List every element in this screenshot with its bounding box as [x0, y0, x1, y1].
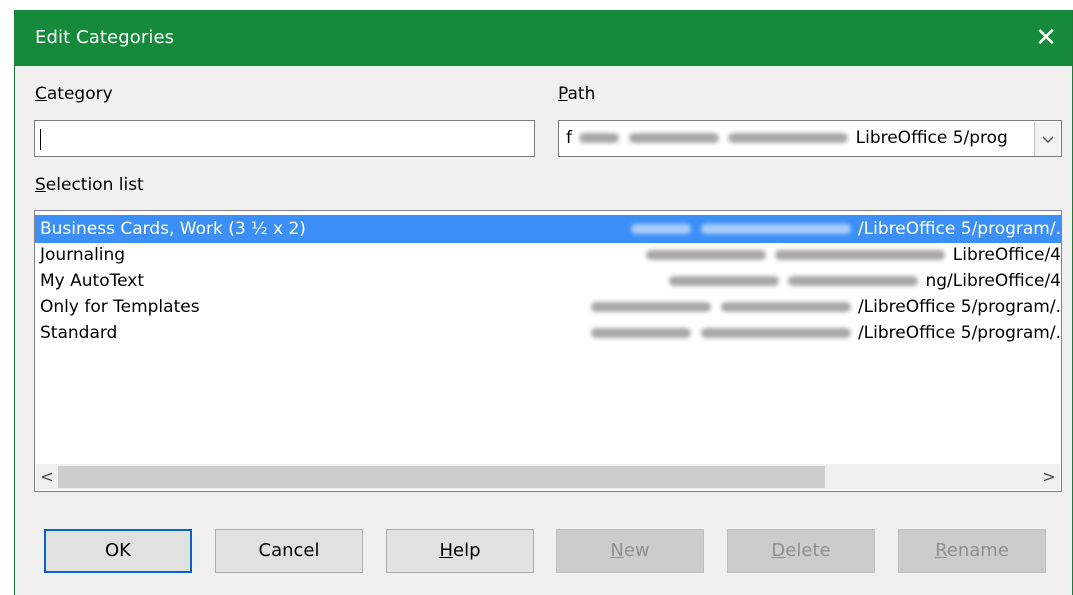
list-item[interactable]: Standard /LibreOffice 5/program/. — [35, 319, 1061, 347]
scroll-right-icon[interactable]: > — [1038, 464, 1060, 490]
edit-categories-dialog: Edit Categories ✕ Category Path f LibreO… — [14, 10, 1073, 595]
new-button[interactable]: New — [556, 529, 704, 573]
help-button[interactable]: Help — [386, 529, 534, 573]
horizontal-scrollbar[interactable]: < > — [36, 464, 1060, 490]
cancel-button[interactable]: Cancel — [215, 529, 363, 573]
close-icon: ✕ — [1035, 23, 1057, 53]
list-item[interactable]: My AutoText ng/LibreOffice/4 — [35, 267, 1061, 295]
category-label: Category — [35, 84, 113, 104]
redacted-text — [775, 250, 946, 260]
redacted-text — [700, 328, 851, 338]
ok-button[interactable]: OK — [44, 529, 192, 573]
list-item[interactable]: Business Cards, Work (3 ½ x 2) /LibreOff… — [35, 215, 1061, 243]
chevron-down-icon — [1041, 136, 1054, 144]
redacted-text — [631, 224, 692, 234]
path-value: f LibreOffice 5/prog — [566, 128, 1008, 148]
selection-listbox[interactable]: Business Cards, Work (3 ½ x 2) /LibreOff… — [34, 210, 1062, 492]
close-button[interactable]: ✕ — [1028, 20, 1064, 56]
category-input[interactable] — [34, 120, 535, 157]
redacted-text — [728, 133, 849, 143]
rename-button[interactable]: Rename — [898, 529, 1046, 573]
list-item[interactable]: Only for Templates /LibreOffice 5/progra… — [35, 293, 1061, 321]
title-bar: Edit Categories ✕ — [15, 10, 1072, 66]
redacted-text — [645, 250, 766, 260]
delete-button[interactable]: Delete — [727, 529, 875, 573]
redacted-text — [788, 276, 919, 286]
redacted-text — [628, 133, 719, 143]
redacted-text — [579, 133, 620, 143]
redacted-text — [700, 224, 851, 234]
path-dropdown-button[interactable] — [1034, 122, 1060, 156]
redacted-text — [668, 276, 779, 286]
scroll-left-icon[interactable]: < — [36, 464, 58, 490]
redacted-text — [591, 302, 712, 312]
list-item[interactable]: Journaling LibreOffice/4 — [35, 241, 1061, 269]
redacted-text — [591, 328, 692, 338]
path-combobox[interactable]: f LibreOffice 5/prog — [558, 120, 1062, 157]
text-caret — [40, 129, 41, 150]
path-label: Path — [558, 84, 596, 104]
dialog-title: Edit Categories — [35, 27, 175, 48]
redacted-text — [720, 302, 851, 312]
selection-list-label: Selection list — [35, 175, 144, 195]
scrollbar-thumb[interactable] — [58, 466, 825, 488]
